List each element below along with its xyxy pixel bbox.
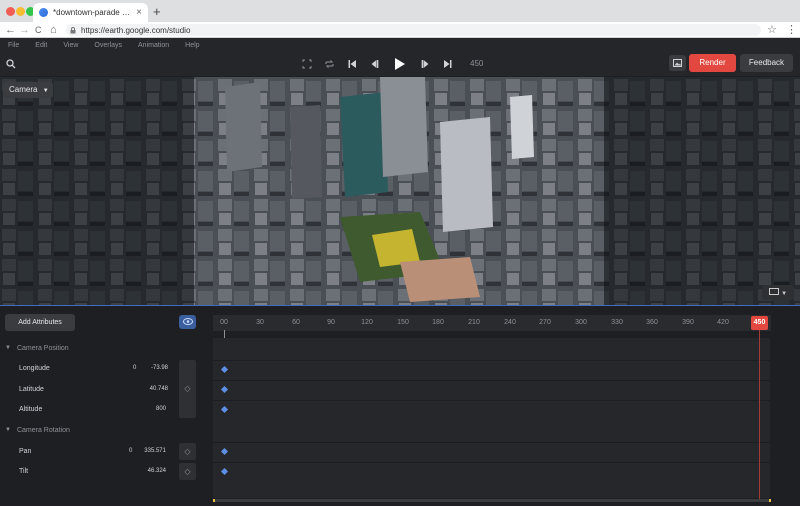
menu-overlays[interactable]: Overlays — [94, 42, 122, 49]
ruler-tick: 210 — [468, 319, 480, 326]
keyframe-lane-latitude[interactable] — [213, 380, 770, 400]
url-field[interactable]: https://earth.google.com/studio — [66, 24, 761, 36]
search-icon[interactable] — [6, 59, 16, 69]
menu-help[interactable]: Help — [185, 42, 199, 49]
prop-longitude-label: Longitude — [19, 365, 50, 372]
prop-pan-value[interactable]: 335.571 — [140, 448, 166, 454]
step-forward-icon[interactable] — [421, 59, 430, 69]
timeline-scrollbar[interactable] — [213, 499, 771, 502]
viewport-mask-right — [604, 77, 800, 305]
group-camera-position[interactable]: ▼ Camera Position — [0, 340, 69, 356]
skip-to-end-icon[interactable] — [443, 59, 452, 69]
playhead-line[interactable] — [759, 330, 760, 502]
chevron-down-icon: ▼ — [5, 427, 11, 433]
reload-icon[interactable]: C — [35, 22, 42, 38]
app-menubar: File Edit View Overlays Animation Help — [0, 38, 800, 52]
prop-pan-prefix: 0 — [129, 448, 133, 454]
ruler-tick: 390 — [682, 319, 694, 326]
image-icon — [673, 59, 682, 67]
minimize-window-button[interactable] — [16, 7, 25, 16]
new-tab-button[interactable]: + — [153, 4, 161, 19]
play-icon[interactable] — [394, 57, 406, 71]
scroll-handle-right[interactable] — [769, 499, 771, 502]
3d-viewport[interactable] — [0, 77, 800, 305]
ruler-tick: 120 — [361, 319, 373, 326]
skip-to-start-icon[interactable] — [348, 59, 357, 69]
capture-image-button[interactable] — [669, 55, 686, 71]
browser-tab[interactable]: *downtown-parade - Google Earth × — [33, 3, 148, 22]
chevron-down-icon: ▼ — [781, 291, 788, 297]
prop-altitude-value[interactable]: 800 — [146, 406, 166, 412]
step-back-icon[interactable] — [370, 59, 379, 69]
group-label: Camera Position — [16, 344, 69, 352]
url-text: https://earth.google.com/studio — [81, 25, 191, 35]
viewport-mask-left — [0, 77, 194, 305]
keyframe-toggle-position[interactable]: ◇ — [179, 360, 196, 418]
keyframe-lane-pan[interactable] — [213, 442, 770, 462]
ruler-tick: 420 — [717, 319, 729, 326]
prop-latitude-value[interactable]: 40.748 — [146, 386, 168, 392]
menu-edit[interactable]: Edit — [35, 42, 47, 49]
keyframe-lane-longitude[interactable] — [213, 360, 770, 380]
keyframe-toggle-tilt[interactable]: ◇ — [179, 463, 196, 480]
ruler-tick: 150 — [397, 319, 409, 326]
ruler-tick: 90 — [327, 319, 335, 326]
ruler-tick: 240 — [504, 319, 516, 326]
ruler-tick: 300 — [575, 319, 587, 326]
camera-dropdown[interactable]: Camera ▼ — [3, 82, 53, 98]
prop-tilt-value[interactable]: 46.324 — [140, 468, 166, 474]
group-label: Camera Rotation — [16, 426, 70, 434]
keyframe-toggle-pan[interactable]: ◇ — [179, 443, 196, 460]
prop-latitude-label: Latitude — [19, 386, 44, 393]
close-window-button[interactable] — [6, 7, 15, 16]
camera-label: Camera — [9, 85, 38, 94]
chevron-down-icon: ▼ — [5, 345, 11, 351]
prop-longitude-value[interactable]: -73.98 — [146, 365, 168, 371]
visibility-toggle[interactable] — [179, 315, 196, 329]
bookmark-star-icon[interactable]: ☆ — [767, 22, 777, 38]
timeline-start-marker — [224, 330, 225, 338]
tab-title: *downtown-parade - Google Earth — [53, 8, 131, 17]
prop-longitude-prefix: 0 — [133, 365, 137, 371]
playhead-marker[interactable]: 450 — [751, 316, 768, 330]
aspect-ratio-dropdown[interactable]: ▼ — [762, 285, 794, 300]
browser-tabstrip: *downtown-parade - Google Earth × + — [0, 0, 800, 22]
browser-menu-icon[interactable]: ⋮ — [786, 22, 797, 38]
screen-icon — [768, 288, 779, 295]
add-attributes-button[interactable]: Add Attributes — [5, 314, 75, 331]
group-camera-rotation[interactable]: ▼ Camera Rotation — [0, 422, 70, 438]
feedback-button[interactable]: Feedback — [740, 54, 793, 72]
ruler-tick: 180 — [432, 319, 444, 326]
eye-icon — [182, 318, 193, 325]
prop-altitude-label: Altitude — [19, 406, 43, 413]
keyframe-lane-altitude[interactable] — [213, 400, 770, 420]
ruler-tick: 360 — [646, 319, 658, 326]
menu-file[interactable]: File — [8, 42, 19, 49]
back-icon[interactable]: ← — [5, 22, 16, 38]
ruler-tick: 60 — [292, 319, 300, 326]
ruler-tick: 30 — [256, 319, 264, 326]
fullscreen-icon[interactable] — [302, 59, 312, 69]
ruler-tick: 00 — [220, 319, 228, 326]
frame-total[interactable]: 450 — [470, 59, 483, 68]
ruler-tick: 330 — [611, 319, 623, 326]
prop-pan-label: Pan — [19, 448, 32, 455]
prop-tilt-label: Tilt — [19, 468, 29, 475]
close-tab-icon[interactable]: × — [136, 7, 142, 18]
earth-icon — [39, 8, 48, 17]
render-button[interactable]: Render — [689, 54, 736, 72]
loop-icon[interactable] — [324, 59, 335, 69]
menu-view[interactable]: View — [63, 42, 78, 49]
address-bar: ← → C ⌂ https://earth.google.com/studio … — [0, 22, 800, 38]
menu-animation[interactable]: Animation — [138, 42, 169, 49]
ruler-tick: 270 — [539, 319, 551, 326]
chevron-down-icon: ▼ — [42, 88, 49, 94]
home-icon[interactable]: ⌂ — [50, 22, 57, 38]
forward-icon[interactable]: → — [19, 22, 30, 38]
scroll-handle-left[interactable] — [213, 499, 215, 502]
lock-icon — [70, 26, 76, 33]
keyframe-lane-tilt[interactable] — [213, 462, 770, 482]
